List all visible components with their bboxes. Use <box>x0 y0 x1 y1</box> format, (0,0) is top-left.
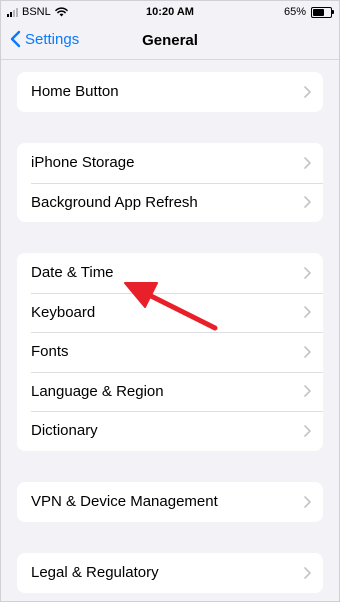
row-label: Keyboard <box>31 303 96 321</box>
settings-row-vpn-device-management[interactable]: VPN & Device Management <box>17 482 323 522</box>
settings-row-fonts[interactable]: Fonts <box>17 332 323 372</box>
row-label: VPN & Device Management <box>31 493 218 511</box>
chevron-right-icon <box>304 566 311 579</box>
chevron-right-icon <box>304 196 311 209</box>
row-label: Language & Region <box>31 382 164 400</box>
settings-row-legal-regulatory[interactable]: Legal & Regulatory <box>17 553 323 593</box>
chevron-right-icon <box>304 266 311 279</box>
settings-row-language-region[interactable]: Language & Region <box>17 371 323 412</box>
settings-row-iphone-storage[interactable]: iPhone Storage <box>17 143 323 183</box>
chevron-right-icon <box>304 306 311 319</box>
settings-group-legal: Legal & Regulatory <box>17 553 323 593</box>
chevron-right-icon <box>304 424 311 437</box>
annotation-arrow-icon <box>124 282 218 331</box>
settings-row-background-app-refresh[interactable]: Background App Refresh <box>17 182 323 223</box>
battery-percent: 65% <box>283 6 306 18</box>
status-bar: BSNL 10:20 AM 65% <box>1 1 339 25</box>
settings-row-dictionary[interactable]: Dictionary <box>17 411 323 451</box>
settings-group-home: Home Button <box>17 72 323 112</box>
chevron-right-icon <box>304 156 311 169</box>
battery-icon <box>311 6 334 18</box>
settings-group-storage: iPhone Storage Background App Refresh <box>17 143 323 222</box>
row-label: Date & Time <box>31 264 114 282</box>
screen-frame: BSNL 10:20 AM 65% Settings General Home … <box>0 0 340 602</box>
row-label: iPhone Storage <box>31 154 135 172</box>
chevron-right-icon <box>304 385 311 398</box>
nav-divider <box>1 59 339 60</box>
page-title: General <box>142 32 198 49</box>
row-label: Legal & Regulatory <box>31 564 159 582</box>
row-label: Fonts <box>31 343 69 361</box>
status-bar-right: 65% <box>283 6 334 18</box>
chevron-right-icon <box>304 85 311 98</box>
chevron-right-icon <box>304 345 311 358</box>
settings-row-home-button[interactable]: Home Button <box>17 72 323 112</box>
chevron-right-icon <box>304 495 311 508</box>
row-label: Home Button <box>31 83 119 101</box>
row-label: Background App Refresh <box>31 193 198 211</box>
row-label: Dictionary <box>31 422 98 440</box>
navigation-bar: Settings General <box>1 25 339 59</box>
settings-group-vpn: VPN & Device Management <box>17 482 323 522</box>
